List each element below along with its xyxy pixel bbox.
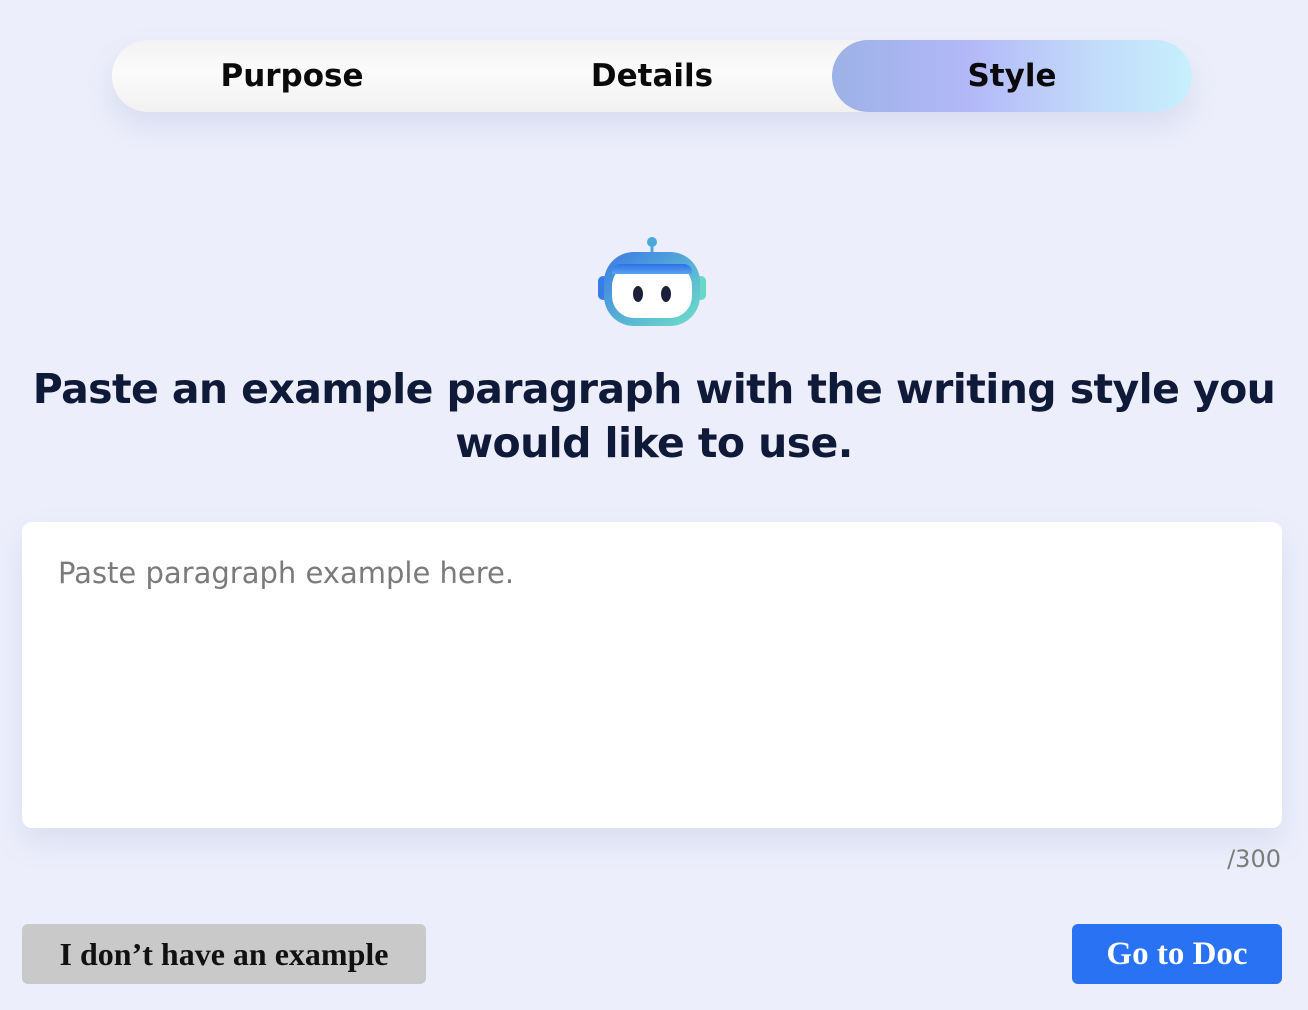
character-counter: /300 <box>1227 845 1281 873</box>
no-example-button[interactable]: I don’t have an example <box>22 924 426 984</box>
step-tabs: Purpose Details Style <box>112 40 1192 112</box>
paragraph-example-input[interactable] <box>22 522 1282 828</box>
paragraph-example-box <box>22 522 1282 828</box>
robot-icon <box>598 237 706 326</box>
page-title: Paste an example paragraph with the writ… <box>32 365 1276 467</box>
go-to-doc-button[interactable]: Go to Doc <box>1072 924 1282 984</box>
tab-purpose[interactable]: Purpose <box>112 40 472 112</box>
tab-details[interactable]: Details <box>472 40 832 112</box>
tab-style[interactable]: Style <box>832 40 1192 112</box>
